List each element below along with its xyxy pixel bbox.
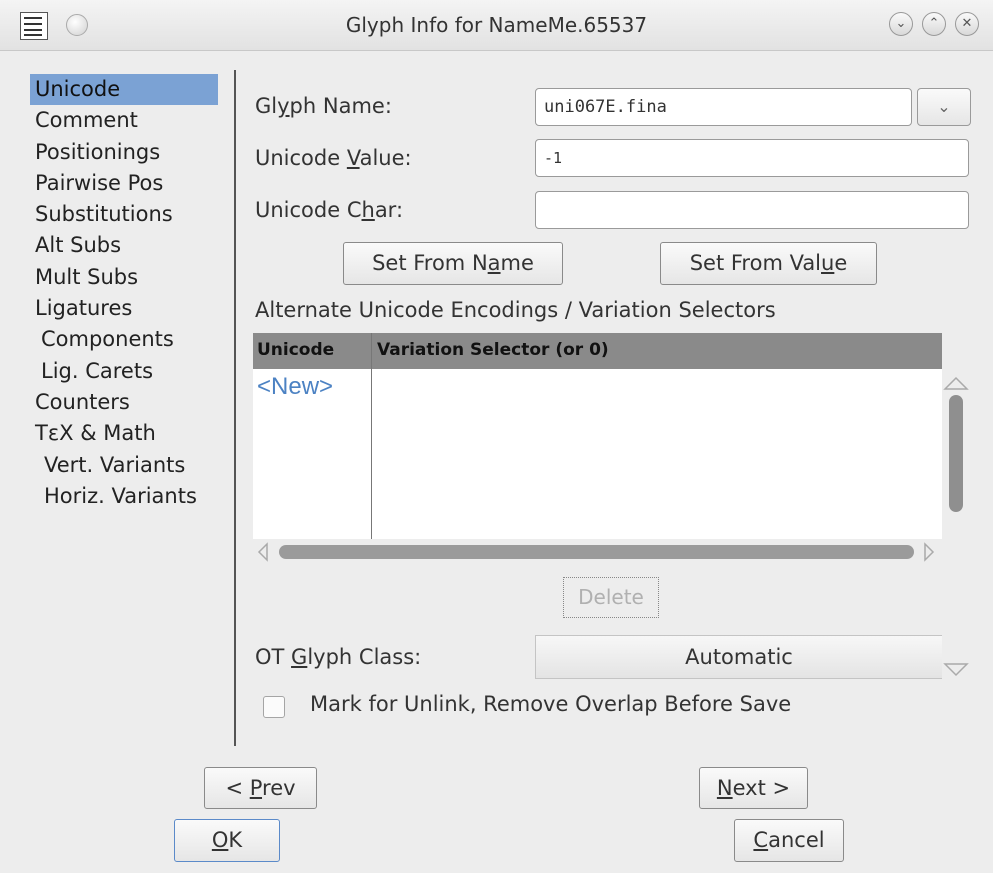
set-from-value-button[interactable]: Set From Value bbox=[660, 242, 877, 285]
scroll-left-icon[interactable] bbox=[257, 542, 268, 562]
glyph-name-dropdown-button[interactable]: ⌄ bbox=[917, 88, 971, 126]
set-from-name-button[interactable]: Set From Name bbox=[343, 242, 563, 285]
horizontal-scroll-thumb[interactable] bbox=[279, 545, 914, 559]
sidebar-item-substitutions[interactable]: Substitutions bbox=[30, 199, 230, 230]
scroll-up-icon[interactable] bbox=[943, 376, 969, 390]
mark-unlink-checkbox[interactable] bbox=[263, 696, 285, 718]
sidebar-item-lig-carets[interactable]: Lig. Carets bbox=[30, 356, 230, 387]
title-bar: Glyph Info for NameMe.65537 ⌄ ⌃ ✕ bbox=[0, 0, 993, 51]
maximize-icon[interactable]: ⌃ bbox=[922, 12, 946, 36]
ot-glyph-class-label: OT Glyph Class: bbox=[255, 645, 422, 669]
sidebar-item-vert-variants[interactable]: Vert. Variants bbox=[30, 450, 230, 481]
prev-button[interactable]: < Prev bbox=[204, 767, 317, 809]
sidebar-item-positionings[interactable]: Positionings bbox=[30, 137, 230, 168]
column-header-variation-selector: Variation Selector (or 0) bbox=[377, 340, 609, 360]
sidebar-item-comment[interactable]: Comment bbox=[30, 105, 230, 136]
scroll-down-icon[interactable] bbox=[943, 663, 969, 677]
glyph-name-field[interactable]: uni067E.fina bbox=[535, 88, 912, 126]
glyph-name-label: Glyph Name: bbox=[255, 94, 392, 118]
cancel-button[interactable]: Cancel bbox=[734, 819, 844, 862]
vertical-scroll-thumb[interactable] bbox=[949, 395, 963, 512]
sidebar-item-alt-subs[interactable]: Alt Subs bbox=[30, 230, 230, 261]
ok-button[interactable]: OK bbox=[174, 819, 280, 862]
sidebar-item-unicode[interactable]: Unicode bbox=[30, 74, 218, 106]
sidebar-divider bbox=[234, 70, 236, 746]
unicode-value-field[interactable]: -1 bbox=[535, 139, 969, 177]
panel-vertical-scrollbar[interactable] bbox=[941, 370, 971, 680]
sidebar-item-components[interactable]: Components bbox=[30, 324, 230, 355]
close-icon[interactable]: ✕ bbox=[955, 12, 979, 36]
column-divider bbox=[371, 333, 372, 539]
sidebar-item-counters[interactable]: Counters bbox=[30, 387, 230, 418]
sidebar-item-horiz-variants[interactable]: Horiz. Variants bbox=[30, 481, 230, 512]
sidebar-item-mult-subs[interactable]: Mult Subs bbox=[30, 262, 230, 293]
table-header: Unicode Variation Selector (or 0) bbox=[253, 333, 942, 369]
minimize-icon[interactable]: ⌄ bbox=[889, 12, 913, 36]
unicode-char-field[interactable] bbox=[535, 191, 969, 229]
chevron-down-icon: ⌄ bbox=[937, 97, 951, 116]
alt-encodings-table[interactable]: Unicode Variation Selector (or 0) <New> bbox=[253, 333, 942, 539]
unicode-char-label: Unicode Char: bbox=[255, 198, 404, 222]
sidebar-item-tex-math[interactable]: TεX & Math bbox=[30, 418, 230, 449]
new-row-cell[interactable]: <New> bbox=[257, 373, 333, 401]
table-horizontal-scrollbar[interactable] bbox=[253, 539, 942, 565]
next-button[interactable]: Next > bbox=[699, 767, 808, 809]
unicode-value-label: Unicode Value: bbox=[255, 146, 412, 170]
window-title: Glyph Info for NameMe.65537 bbox=[345, 13, 648, 37]
delete-button[interactable]: Delete bbox=[563, 577, 659, 618]
ot-glyph-class-select[interactable]: Automatic bbox=[535, 635, 942, 679]
sidebar-item-ligatures[interactable]: Ligatures bbox=[30, 293, 230, 324]
category-list: Unicode Comment Positionings Pairwise Po… bbox=[30, 74, 230, 512]
scroll-right-icon[interactable] bbox=[924, 542, 935, 562]
alt-encodings-label: Alternate Unicode Encodings / Variation … bbox=[255, 298, 776, 322]
column-header-unicode: Unicode bbox=[257, 340, 335, 360]
mark-unlink-label: Mark for Unlink, Remove Overlap Before S… bbox=[310, 692, 792, 716]
sidebar-item-pairwise-pos[interactable]: Pairwise Pos bbox=[30, 168, 230, 199]
